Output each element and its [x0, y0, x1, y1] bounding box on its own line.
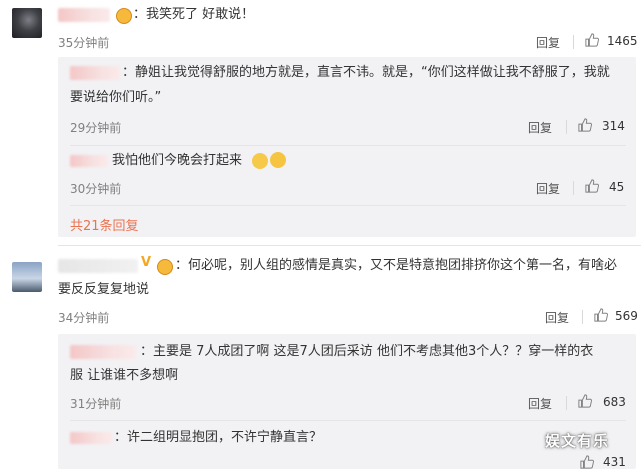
- reply-button[interactable]: 回复: [528, 395, 552, 412]
- reply-button[interactable]: 回复: [528, 119, 552, 136]
- action-separator: [566, 120, 567, 134]
- avatar[interactable]: [12, 262, 42, 292]
- reply-username[interactable]: [70, 432, 112, 444]
- thumbs-up-icon[interactable]: [580, 455, 594, 469]
- like-count: 1465: [607, 34, 638, 48]
- reply-divider: [70, 420, 626, 421]
- comment-time: 35分钟前: [58, 36, 110, 50]
- reply-button[interactable]: 回复: [536, 34, 560, 51]
- reply-text: 我怕他们今晚会打起来: [112, 153, 243, 168]
- reply-text: ：主要是 7人成团了啊 这是7人团后采访 他们不考虑其他3个人？？穿一样的衣: [140, 344, 594, 359]
- reply-list: [58, 57, 636, 237]
- like-count: 45: [609, 180, 625, 194]
- reply-button[interactable]: 回复: [536, 180, 560, 197]
- like-count: 683: [603, 395, 626, 409]
- reply-divider: [70, 205, 626, 206]
- cat-face-emoji-icon: [270, 152, 286, 168]
- reply-text: ：许二组明显抱团，不许宁静直言？: [114, 430, 323, 445]
- comment-text: ：我笑死了 好敢说！: [133, 7, 255, 22]
- comment-text: 要反反复复地说: [58, 282, 150, 297]
- action-separator: [573, 181, 574, 195]
- like-count: 569: [615, 309, 638, 323]
- thumbs-up-icon[interactable]: [578, 394, 592, 408]
- avatar[interactable]: [12, 8, 42, 38]
- reply-text: 服 让谁谁不多想啊: [70, 368, 179, 383]
- comment-time: 34分钟前: [58, 311, 110, 325]
- reply-time: 31分钟前: [70, 397, 122, 411]
- action-separator: [566, 396, 567, 410]
- thumbs-up-icon[interactable]: [594, 308, 608, 322]
- reply-button[interactable]: 回复: [545, 309, 569, 326]
- reply-username[interactable]: [70, 345, 136, 359]
- comment-text: ：何必呢，别人组的感情是真实，又不是特意抱团排挤你这个第一名，有啥必: [175, 258, 618, 273]
- like-count: 314: [602, 119, 625, 133]
- reply-text: 要说给你们听。”: [70, 90, 162, 105]
- reply-username[interactable]: [70, 155, 108, 167]
- action-separator: [573, 35, 574, 49]
- watermark: 娱文有乐: [545, 432, 610, 450]
- username[interactable]: [58, 259, 138, 273]
- thumbs-up-icon[interactable]: [585, 33, 599, 47]
- thumbs-up-icon[interactable]: [585, 179, 599, 193]
- thumbs-up-icon[interactable]: [578, 118, 592, 132]
- like-count: 431: [603, 455, 626, 469]
- reply-time: 29分钟前: [70, 121, 122, 135]
- reply-text: ：静姐让我觉得舒服的地方就是，直言不讳。就是，“你们这样做让我不舒服了，我就: [122, 65, 610, 80]
- more-replies-link[interactable]: 共21条回复: [70, 215, 139, 234]
- reply-divider: [70, 145, 626, 146]
- comment-divider: [58, 245, 641, 246]
- thumbs-up-emoji-icon: [252, 153, 268, 169]
- action-separator: [582, 310, 583, 324]
- username[interactable]: [58, 8, 110, 22]
- laughing-emoji-icon: [157, 259, 173, 275]
- reply-username[interactable]: [70, 66, 120, 80]
- reply-time: 30分钟前: [70, 182, 122, 196]
- verified-badge-icon: V: [141, 255, 152, 270]
- laughing-emoji-icon: [116, 8, 132, 24]
